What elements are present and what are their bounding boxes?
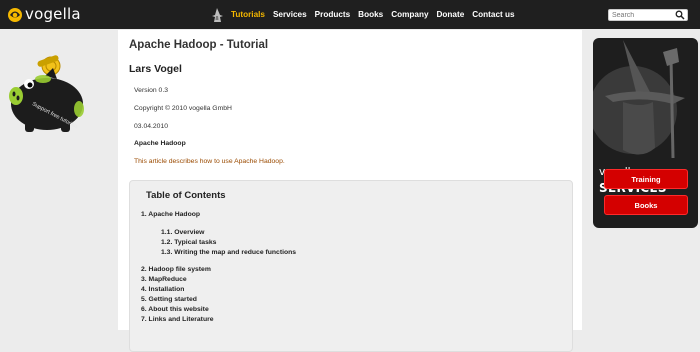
toc-item[interactable]: 1.1. Overview xyxy=(161,229,204,236)
toc-item[interactable]: 6. About this website xyxy=(141,306,209,313)
nav-services[interactable]: Services xyxy=(273,10,307,19)
logo-text: vogella xyxy=(25,5,81,23)
nav-company[interactable]: Company xyxy=(391,10,428,19)
training-button[interactable]: Training xyxy=(604,169,688,189)
toc-item[interactable]: 1. Apache Hadoop xyxy=(141,211,200,218)
toc-item[interactable]: 1.3. Writing the map and reduce function… xyxy=(161,249,296,256)
nav-books[interactable]: Books xyxy=(358,10,383,19)
toc-item[interactable]: 7. Links and Literature xyxy=(141,316,214,323)
main-nav: Tutorials Services Products Books Compan… xyxy=(211,0,523,29)
copyright-text: Copyright © 2010 vogella GmbH xyxy=(134,105,232,112)
nav-contact-us[interactable]: Contact us xyxy=(472,10,514,19)
date-text: 03.04.2010 xyxy=(134,123,169,130)
toc-item[interactable]: 3. MapReduce xyxy=(141,276,187,283)
version-text: Version 0.3 xyxy=(134,87,169,94)
vogella-logo[interactable]: vogella xyxy=(7,4,81,24)
wizard-icon xyxy=(212,7,223,22)
article-content: Apache Hadoop - Tutorial Lars Vogel Vers… xyxy=(118,30,582,352)
abstract-text: This article describes how to use Apache… xyxy=(134,158,285,165)
toc-item[interactable]: 1.2. Typical tasks xyxy=(161,239,216,246)
page-title: Apache Hadoop - Tutorial xyxy=(129,39,269,51)
books-button[interactable]: Books xyxy=(604,195,688,215)
toc-item[interactable]: 5. Getting started xyxy=(141,296,197,303)
search-icon[interactable] xyxy=(675,10,685,20)
piggy-bank-icon[interactable]: Support free tutorials xyxy=(7,54,87,136)
nav-products[interactable]: Products xyxy=(315,10,351,19)
author-name: Lars Vogel xyxy=(129,63,182,75)
services-panel: vogella SERVICES Training Books xyxy=(593,38,698,228)
nav-donate[interactable]: Donate xyxy=(437,10,465,19)
toc-item[interactable]: 4. Installation xyxy=(141,286,184,293)
search-input[interactable] xyxy=(609,10,674,20)
nav-tutorials[interactable]: Tutorials xyxy=(231,10,265,19)
toc-title: Table of Contents xyxy=(146,190,226,201)
toc-item[interactable]: 2. Hadoop file system xyxy=(141,266,211,273)
abstract-title: Apache Hadoop xyxy=(134,140,186,147)
vogella-logo-icon xyxy=(8,8,22,22)
search-box xyxy=(608,9,688,21)
top-navigation-bar: vogella Tutorials Services Products Book… xyxy=(0,0,700,29)
table-of-contents: Table of Contents 1. Apache Hadoop 1.1. … xyxy=(129,180,573,352)
wizard-icon xyxy=(593,40,685,159)
